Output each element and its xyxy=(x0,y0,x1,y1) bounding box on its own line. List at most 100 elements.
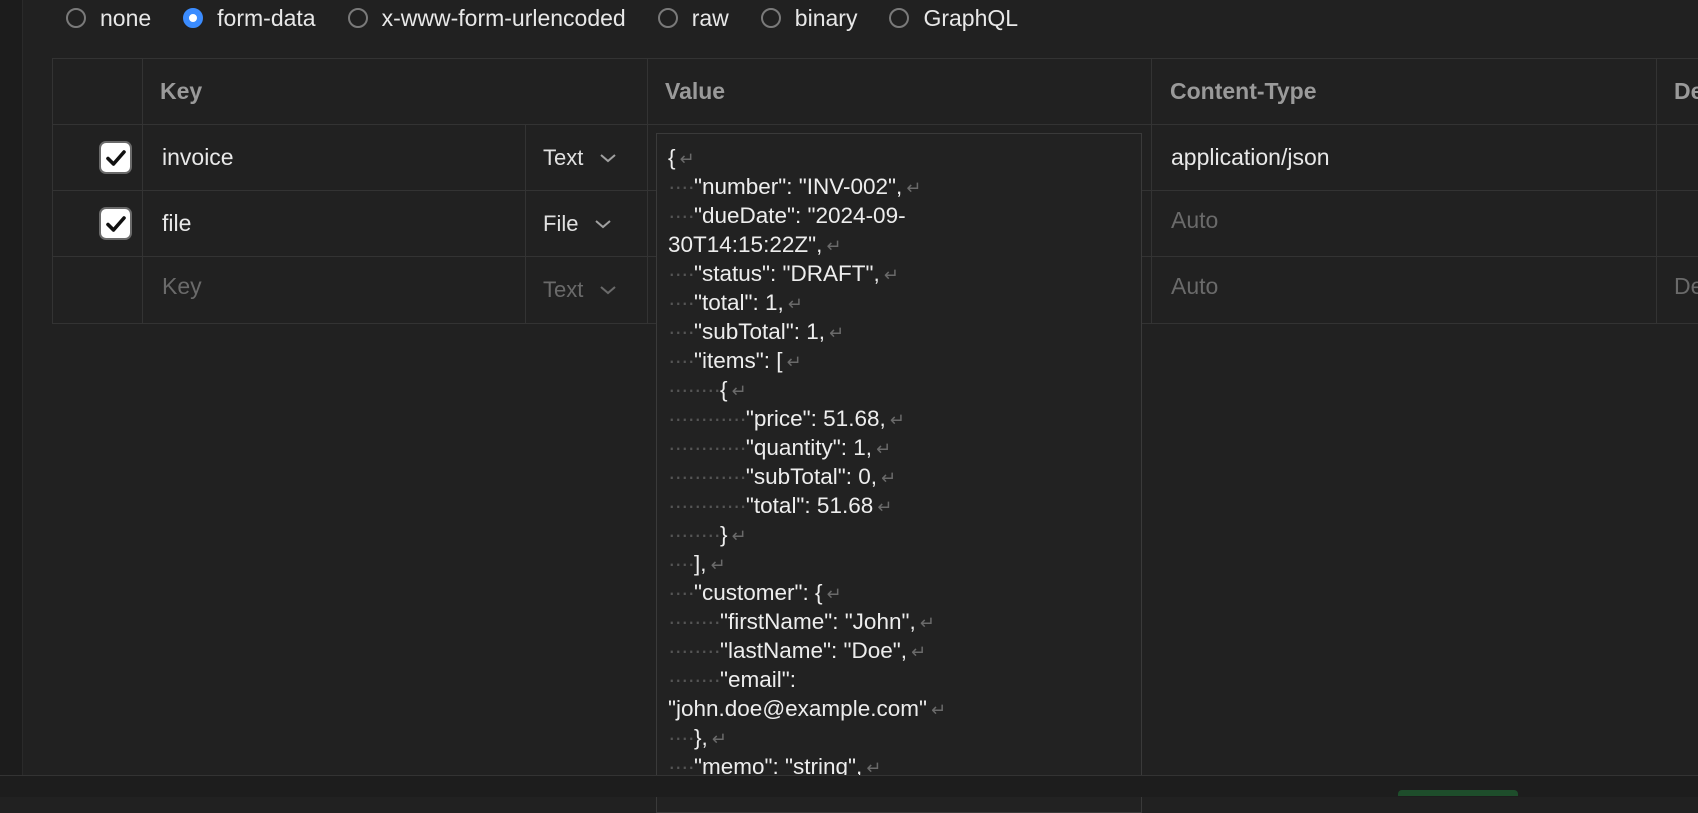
radio-circle-icon xyxy=(889,8,910,28)
header-description: De xyxy=(1674,77,1698,104)
code-line: 30T14:15:22Z", ↵ xyxy=(668,230,1138,261)
code-line: ····"total": 1, ↵ xyxy=(668,288,1138,319)
code-text: "number": "INV-002", xyxy=(693,174,903,199)
content-type-field[interactable]: Auto xyxy=(1171,204,1218,237)
radio-raw[interactable]: raw xyxy=(657,4,729,32)
newline-marker-icon: ↵ xyxy=(711,729,727,749)
whitespace-dots: ········ xyxy=(668,522,721,547)
header-content-type: Content-Type xyxy=(1170,77,1317,104)
code-text: "price": 51.68, xyxy=(745,406,886,431)
newline-marker-icon: ↵ xyxy=(919,613,935,633)
newline-marker-icon: ↵ xyxy=(679,149,695,169)
header-key: Key xyxy=(160,77,203,104)
body-type-selector: none form-data x-www-form-urlencoded raw… xyxy=(66,0,1050,36)
radio-label: form-data xyxy=(217,4,316,31)
header-value: Value xyxy=(665,77,726,104)
code-line: ········} ↵ xyxy=(668,520,1138,551)
newline-marker-icon: ↵ xyxy=(875,439,892,459)
code-line: ····"status": "DRAFT", ↵ xyxy=(668,259,1138,290)
code-line: ········"lastName": "Doe", ↵ xyxy=(668,636,1138,667)
type-select-value: Text xyxy=(543,276,584,302)
code-line: ············"quantity": 1, ↵ xyxy=(668,433,1138,464)
code-text: "quantity": 1, xyxy=(745,435,872,460)
chevron-down-icon xyxy=(600,153,617,162)
newline-marker-icon: ↵ xyxy=(930,700,947,720)
code-line: ········{↵ xyxy=(668,375,1138,406)
description-field[interactable]: De xyxy=(1674,270,1698,303)
radio-x-www-form-urlencoded[interactable]: x-www-form-urlencoded xyxy=(347,4,626,32)
radio-binary[interactable]: binary xyxy=(760,4,858,32)
code-text: ], xyxy=(693,551,707,576)
send-button-edge[interactable] xyxy=(1398,790,1518,796)
code-text: "lastName": "Doe", xyxy=(719,638,907,663)
newline-marker-icon: ↵ xyxy=(829,323,845,343)
column-divider xyxy=(525,124,526,324)
radio-label: x-www-form-urlencoded xyxy=(381,4,626,31)
whitespace-dots: ···· xyxy=(668,725,695,750)
code-line: ········"firstName": "John", ↵ xyxy=(668,607,1138,638)
whitespace-dots: ············ xyxy=(668,493,747,518)
whitespace-dots: ···· xyxy=(668,580,695,605)
code-line: {↵ xyxy=(668,143,1138,174)
newline-marker-icon: ↵ xyxy=(731,526,747,546)
newline-marker-icon: ↵ xyxy=(787,294,803,314)
column-divider xyxy=(1656,58,1657,324)
radio-circle-icon xyxy=(657,8,678,28)
whitespace-dots: ···· xyxy=(668,348,695,373)
whitespace-dots: ········ xyxy=(668,609,721,634)
whitespace-dots: ···· xyxy=(668,174,695,199)
row-checkbox[interactable] xyxy=(99,207,132,240)
code-line: ············"price": 51.68, ↵ xyxy=(668,404,1138,435)
radio-none[interactable]: none xyxy=(66,5,151,32)
whitespace-dots: ············ xyxy=(668,435,747,460)
code-text: } xyxy=(719,522,728,547)
left-sidebar-edge xyxy=(0,0,23,796)
content-type-field[interactable]: Auto xyxy=(1171,270,1218,303)
newline-marker-icon: ↵ xyxy=(826,236,842,256)
code-text: "status": "DRAFT", xyxy=(693,261,880,286)
radio-label: binary xyxy=(794,4,858,31)
code-line: ····"subTotal": 1, ↵ xyxy=(668,317,1138,348)
newline-marker-icon: ↵ xyxy=(731,381,747,401)
whitespace-dots: ········ xyxy=(668,377,721,402)
code-text: "subTotal": 0, xyxy=(745,464,877,489)
header-divider xyxy=(52,124,1698,125)
row-checkbox[interactable] xyxy=(99,141,132,174)
whitespace-dots: ········ xyxy=(668,638,721,663)
radio-graphql[interactable]: GraphQL xyxy=(889,5,1018,32)
code-text: "subTotal": 1, xyxy=(693,319,826,344)
checkmark-icon xyxy=(105,215,126,232)
content-type-field[interactable]: application/json xyxy=(1171,141,1330,174)
radio-label: none xyxy=(100,4,152,31)
newline-marker-icon: ↵ xyxy=(786,352,802,372)
newline-marker-icon: ↵ xyxy=(710,555,726,575)
code-text: "email": xyxy=(719,667,796,692)
radio-circle-icon xyxy=(347,8,368,28)
code-text: "customer": { xyxy=(693,580,823,605)
key-field[interactable]: Key xyxy=(162,270,202,303)
type-select[interactable]: File xyxy=(543,207,612,240)
type-select[interactable]: Text xyxy=(543,273,617,306)
type-select-value: File xyxy=(543,210,579,236)
whitespace-dots: ···· xyxy=(668,290,695,315)
type-select[interactable]: Text xyxy=(543,141,617,174)
whitespace-dots: ············ xyxy=(668,406,747,431)
code-line: ····"number": "INV-002", ↵ xyxy=(668,172,1138,203)
whitespace-dots: ···· xyxy=(668,319,695,344)
value-json-editor[interactable]: {↵ ····"number": "INV-002", ↵ ····"dueDate"… xyxy=(656,133,1142,813)
key-field[interactable]: invoice xyxy=(162,141,234,174)
key-field[interactable]: file xyxy=(162,207,191,240)
radio-label: raw xyxy=(691,4,729,31)
code-text: "total": 51.68 xyxy=(745,493,874,518)
code-line: ····], ↵ xyxy=(668,549,1138,580)
column-divider xyxy=(647,58,648,324)
code-line: ············"total": 51.68 ↵ xyxy=(668,491,1138,522)
radio-circle-icon xyxy=(66,8,86,28)
code-line: ········"email": xyxy=(668,665,1138,694)
radio-label: GraphQL xyxy=(923,4,1019,31)
code-line: ····"dueDate": "2024-09- xyxy=(668,201,1138,230)
radio-form-data[interactable]: form-data xyxy=(183,4,316,32)
code-line: ····}, ↵ xyxy=(668,723,1138,754)
code-line: ············"subTotal": 0, ↵ xyxy=(668,462,1138,493)
newline-marker-icon: ↵ xyxy=(910,642,927,662)
